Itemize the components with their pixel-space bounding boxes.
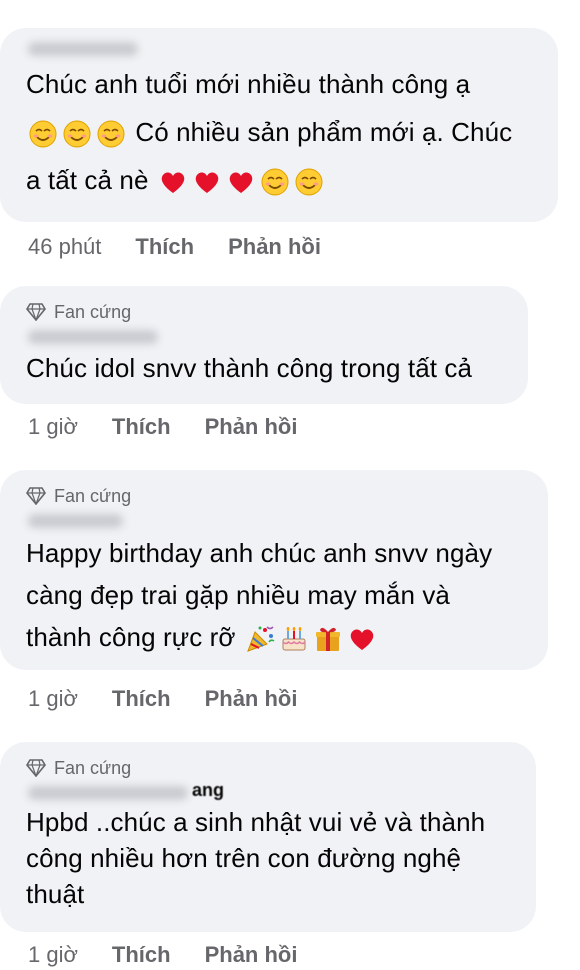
comment-time[interactable]: 1 giờ (28, 942, 78, 968)
red-heart-emoji (192, 167, 222, 197)
birthday-cake-emoji (279, 624, 309, 654)
comment-bubble[interactable]: Fan cứng Chúc idol snvv thành công trong… (0, 286, 528, 404)
comment-text-segment: thành công rực rỡ (26, 622, 236, 652)
smiling-blush-emoji (260, 167, 290, 197)
badge-label: Fan cứng (54, 485, 132, 506)
author-name-blurred[interactable] (26, 326, 506, 348)
gift-emoji (313, 624, 343, 654)
diamond-icon (26, 759, 46, 777)
fan-badge: Fan cứng (26, 756, 514, 780)
fan-badge: Fan cứng (26, 300, 506, 324)
smiling-blush-emoji (294, 167, 324, 197)
comment-text-line: Có nhiều sản phẩm mới ạ. Chúc (26, 108, 536, 156)
comment-actions: 1 giờ Thích Phản hồi (0, 412, 528, 442)
comment-text-segment: Có nhiều sản phẩm mới ạ. Chúc (135, 117, 513, 147)
comment-text-line: Chúc idol snvv thành công trong tất cả (26, 353, 473, 383)
red-heart-emoji (158, 167, 188, 197)
badge-label: Fan cứng (54, 301, 132, 322)
comment-text-line: Happy birthday anh chúc anh snvv ngày (26, 538, 493, 568)
diamond-icon (26, 303, 46, 321)
comment-text-line: công nhiều hơn trên con đường nghệ (26, 843, 462, 873)
author-name-blurred[interactable] (26, 510, 526, 532)
comment-time[interactable]: 1 giờ (28, 414, 78, 440)
like-button[interactable]: Thích (112, 942, 171, 968)
comment-bubble[interactable]: Fan cứng ang Hpbd ..chúc a sinh nhật vui… (0, 742, 536, 932)
comments-list: Chúc anh tuổi mới nhiều thành công ạ Có … (0, 0, 580, 970)
party-popper-emoji (245, 624, 275, 654)
comment-text: Chúc anh tuổi mới nhiều thành công ạ Có … (26, 60, 536, 204)
badge-label: Fan cứng (54, 757, 132, 778)
like-button[interactable]: Thích (112, 686, 171, 712)
smiling-blush-emoji (62, 119, 92, 149)
smiling-blush-emoji (28, 119, 58, 149)
comment-text: Happy birthday anh chúc anh snvv ngày cà… (26, 532, 526, 658)
comment-bubble[interactable]: Fan cứng Happy birthday anh chúc anh snv… (0, 470, 548, 670)
comment-actions: 1 giờ Thích Phản hồi (0, 940, 536, 970)
like-button[interactable]: Thích (112, 414, 171, 440)
comment-item: Fan cứng Chúc idol snvv thành công trong… (0, 286, 528, 442)
red-heart-emoji (347, 624, 377, 654)
comment-text-segment: a tất cả nè (26, 165, 149, 195)
comment-item: Fan cứng ang Hpbd ..chúc a sinh nhật vui… (0, 742, 536, 970)
comment-time[interactable]: 46 phút (28, 234, 101, 260)
comment-time[interactable]: 1 giờ (28, 686, 78, 712)
comment-text: Hpbd ..chúc a sinh nhật vui vẻ và thành … (26, 804, 514, 912)
reply-button[interactable]: Phản hồi (205, 686, 298, 712)
red-heart-emoji (226, 167, 256, 197)
like-button[interactable]: Thích (135, 234, 194, 260)
comment-bubble[interactable]: Chúc anh tuổi mới nhiều thành công ạ Có … (0, 28, 558, 222)
comment-text-line: Chúc anh tuổi mới nhiều thành công ạ (26, 69, 471, 99)
diamond-icon (26, 487, 46, 505)
comment-text-line: càng đẹp trai gặp nhiều may mắn và (26, 580, 450, 610)
comment-text-line: Hpbd ..chúc a sinh nhật vui vẻ và thành (26, 807, 486, 837)
comment-actions: 46 phút Thích Phản hồi (0, 232, 558, 262)
comment-text-line: thành công rực rỡ (26, 616, 526, 658)
comment-text: Chúc idol snvv thành công trong tất cả (26, 348, 506, 388)
smiling-blush-emoji (96, 119, 126, 149)
author-name-tail: ang (192, 780, 225, 800)
reply-button[interactable]: Phản hồi (205, 414, 298, 440)
comment-text-line: a tất cả nè (26, 156, 536, 204)
reply-button[interactable]: Phản hồi (228, 234, 321, 260)
author-name-blurred[interactable] (26, 40, 536, 60)
comment-item: Chúc anh tuổi mới nhiều thành công ạ Có … (0, 28, 558, 262)
author-name-blurred[interactable]: ang (26, 780, 514, 804)
fan-badge: Fan cứng (26, 484, 526, 508)
reply-button[interactable]: Phản hồi (205, 942, 298, 968)
comment-text-line: thuật (26, 879, 85, 909)
comment-item: Fan cứng Happy birthday anh chúc anh snv… (0, 470, 548, 714)
comment-actions: 1 giờ Thích Phản hồi (0, 684, 548, 714)
